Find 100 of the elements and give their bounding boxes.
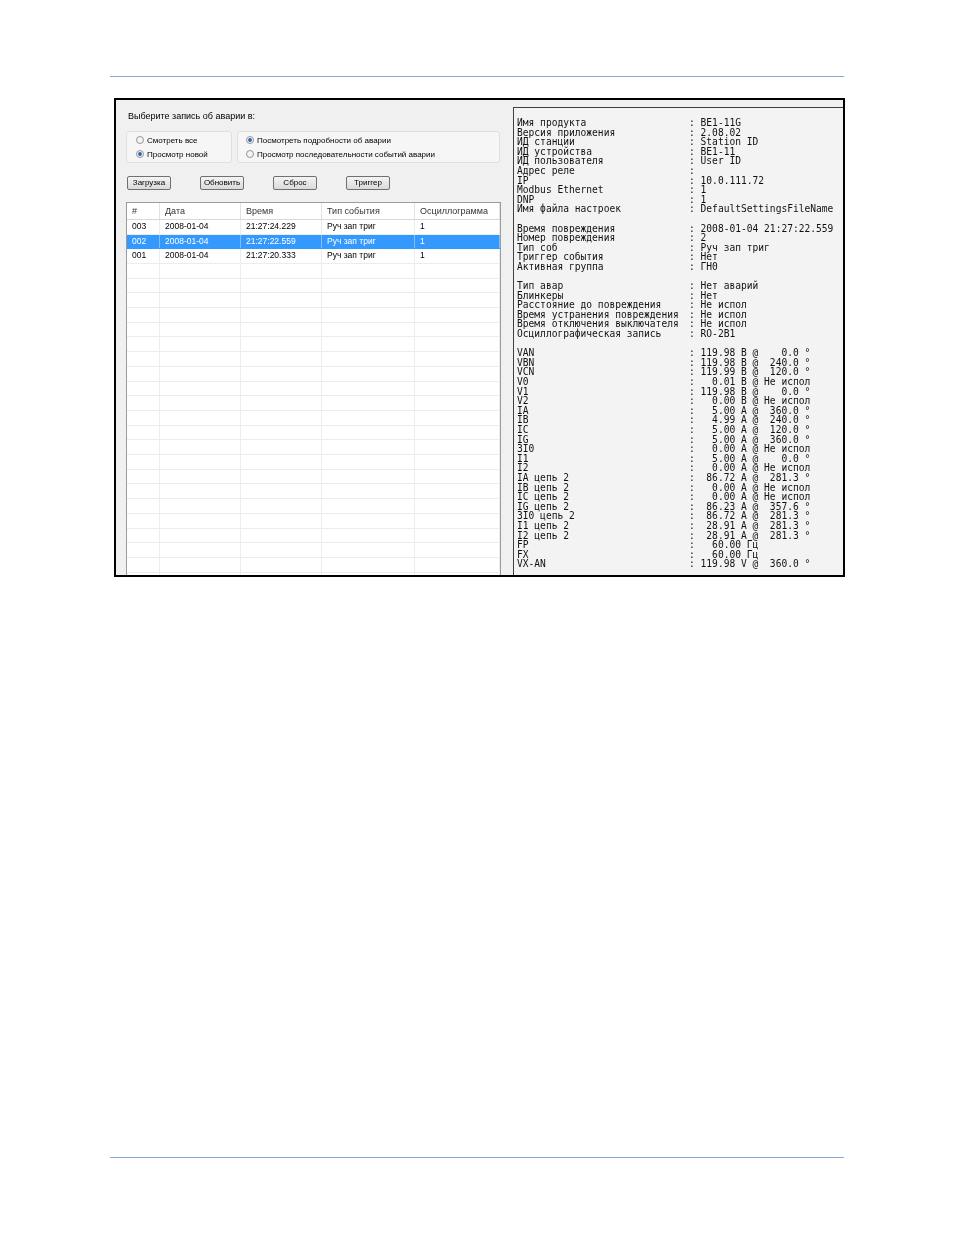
- report-value: : 119.98 V @ 360.0 °: [689, 559, 811, 569]
- table-cell: 2008-01-04: [160, 220, 241, 234]
- report-value: : User ID: [689, 156, 741, 166]
- table-cell: 1: [415, 249, 500, 264]
- report-value: : Не испол: [689, 309, 747, 320]
- report-label: Время устранения повреждения: [517, 309, 680, 320]
- report-value: : Нет: [689, 252, 718, 262]
- report-value: : 5.00 А @ 0.0 °: [689, 453, 811, 464]
- report-label: Modbus Ethernet: [517, 185, 605, 195]
- report-value: : 0.00 А @ Не испол: [689, 463, 811, 473]
- report-label: I1: [517, 453, 530, 464]
- report-label: VBN: [517, 357, 536, 368]
- table-cell: Руч зап триг: [322, 234, 415, 249]
- report-value: : 119.99 В @ 120.0 °: [689, 367, 811, 378]
- report-label: Активная группа: [517, 261, 605, 272]
- report-label: VX-AN: [517, 559, 547, 569]
- report-value: : 5.00 А @ 120.0 °: [689, 425, 811, 435]
- report-value: : BE1-11G: [689, 118, 741, 128]
- radio-option[interactable]: Смотреть все: [136, 133, 198, 147]
- report-label: Триггер события: [517, 252, 605, 262]
- report-value: : 119.98 В @ 0.0 °: [689, 348, 811, 358]
- report-value: : 60.00 Гц: [689, 540, 759, 550]
- report-value: : ГН0: [689, 261, 718, 272]
- report-label: V0: [517, 377, 530, 387]
- report-label: IG: [517, 434, 529, 445]
- table-row[interactable]: 001 2008-01-04 21:27:20.333 Руч зап триг 1: [127, 249, 500, 265]
- report-label: 3I0: [517, 444, 536, 454]
- report-label: V1: [517, 386, 530, 397]
- report-label: IA цепь 2: [517, 472, 570, 483]
- report-value: : 0.00 А @ Не испол: [689, 444, 811, 454]
- report-value: : 2: [689, 233, 707, 243]
- report-value: : Station ID: [689, 137, 759, 147]
- report-value: : Не испол: [689, 319, 747, 330]
- report-value: : 5.00 А @ 360.0 °: [689, 405, 811, 416]
- report-value: : RO-2B1: [689, 329, 736, 339]
- table-cell: 001: [127, 249, 160, 264]
- refresh-button[interactable]: Обновить: [200, 176, 244, 190]
- report-value: : 28.91 А @ 281.3 °: [689, 530, 811, 541]
- table-cell: 2008-01-04: [160, 234, 241, 249]
- report-label: V2: [517, 396, 530, 406]
- report-label: VAN: [517, 348, 536, 358]
- report-label: Тип авар: [517, 281, 565, 291]
- report-value: : 10.0.111.72: [689, 175, 765, 186]
- report-value: : Нет: [689, 290, 718, 301]
- report-value: : 28.91 А @ 281.3 °: [689, 520, 811, 531]
- table-cell: 21:27:22.559: [241, 234, 322, 249]
- radio-option[interactable]: Просмотр последовательности событий аварии: [246, 147, 435, 161]
- report-label: I2 цепь 2: [517, 530, 570, 541]
- table-cell: 21:27:24.229: [241, 220, 322, 234]
- report-value: : 60.00 Гц: [689, 549, 759, 560]
- report-value: : 86.23 А @ 357.6 °: [689, 501, 811, 512]
- report-value: : BE1-11: [689, 146, 736, 157]
- report-value: : 1: [689, 185, 707, 195]
- report-label: IC цепь 2: [517, 492, 570, 502]
- report-value: : 0.01 В @ Не испол: [689, 377, 811, 387]
- prompt-text: Выберите запись об аварии в:: [128, 111, 255, 121]
- reset-button[interactable]: Сброс: [273, 176, 317, 190]
- report-label: IP: [517, 175, 530, 186]
- report-label: IA: [517, 405, 530, 416]
- column-header[interactable]: Осциллограмма: [415, 203, 500, 219]
- report-label: ИД устройства: [517, 146, 594, 157]
- report-label: Имя файла настроек: [517, 204, 622, 214]
- report-label: VCN: [517, 367, 536, 378]
- report-label: ИД станции: [517, 137, 575, 147]
- report-value: : 2.08.02: [689, 127, 741, 138]
- table-cell: 2008-01-04: [160, 249, 241, 264]
- report-label: FP: [517, 540, 530, 550]
- report-label: FX: [517, 549, 529, 560]
- column-header[interactable]: Дата: [160, 203, 241, 219]
- column-header[interactable]: #: [127, 203, 160, 219]
- report-label: I1 цепь 2: [517, 520, 570, 531]
- table-row[interactable]: 003 2008-01-04 21:27:24.229 Руч зап триг 1: [127, 220, 500, 235]
- trigger-button[interactable]: Триггер: [346, 176, 390, 190]
- report-value: : 0.00 А @ Не испол: [689, 492, 811, 502]
- column-header[interactable]: Тип события: [322, 203, 415, 219]
- report-label: Имя продукта: [517, 118, 588, 128]
- table-cell: 003: [127, 220, 160, 234]
- report-value: : 86.72 А @ 281.3 °: [689, 472, 811, 483]
- report-label: Адрес реле: [517, 165, 576, 176]
- report-label: Номер повреждения: [517, 233, 617, 243]
- report-label: Блинкеры: [517, 290, 564, 301]
- report-label: I2: [517, 463, 530, 473]
- report-label: IB: [517, 415, 530, 425]
- report-value: : 119.98 В @ 0.0 °: [689, 386, 811, 397]
- table-cell: 002: [127, 234, 160, 249]
- report-label: Тип соб: [517, 242, 558, 253]
- report-label: DNP: [517, 194, 536, 205]
- radio-option[interactable]: Просмотр новой: [136, 147, 208, 161]
- radio-option[interactable]: Посмотреть подробности об аварии: [246, 133, 391, 147]
- report-value: : 0.00 А @ Не испол: [689, 482, 811, 493]
- table-cell: 1: [415, 220, 500, 234]
- report-label: Версия приложения: [517, 127, 617, 138]
- report-label: Расстояние до повреждения: [517, 300, 663, 310]
- report-label: 3I0 цепь 2: [517, 511, 576, 521]
- report-value: : DefaultSettingsFileName: [689, 204, 834, 214]
- table-cell: Руч зап триг: [322, 249, 415, 264]
- report-value: : Руч зап триг: [689, 242, 770, 253]
- column-header[interactable]: Время: [241, 203, 322, 219]
- report-value: :: [689, 165, 695, 176]
- load-button[interactable]: Загрузка: [127, 176, 171, 190]
